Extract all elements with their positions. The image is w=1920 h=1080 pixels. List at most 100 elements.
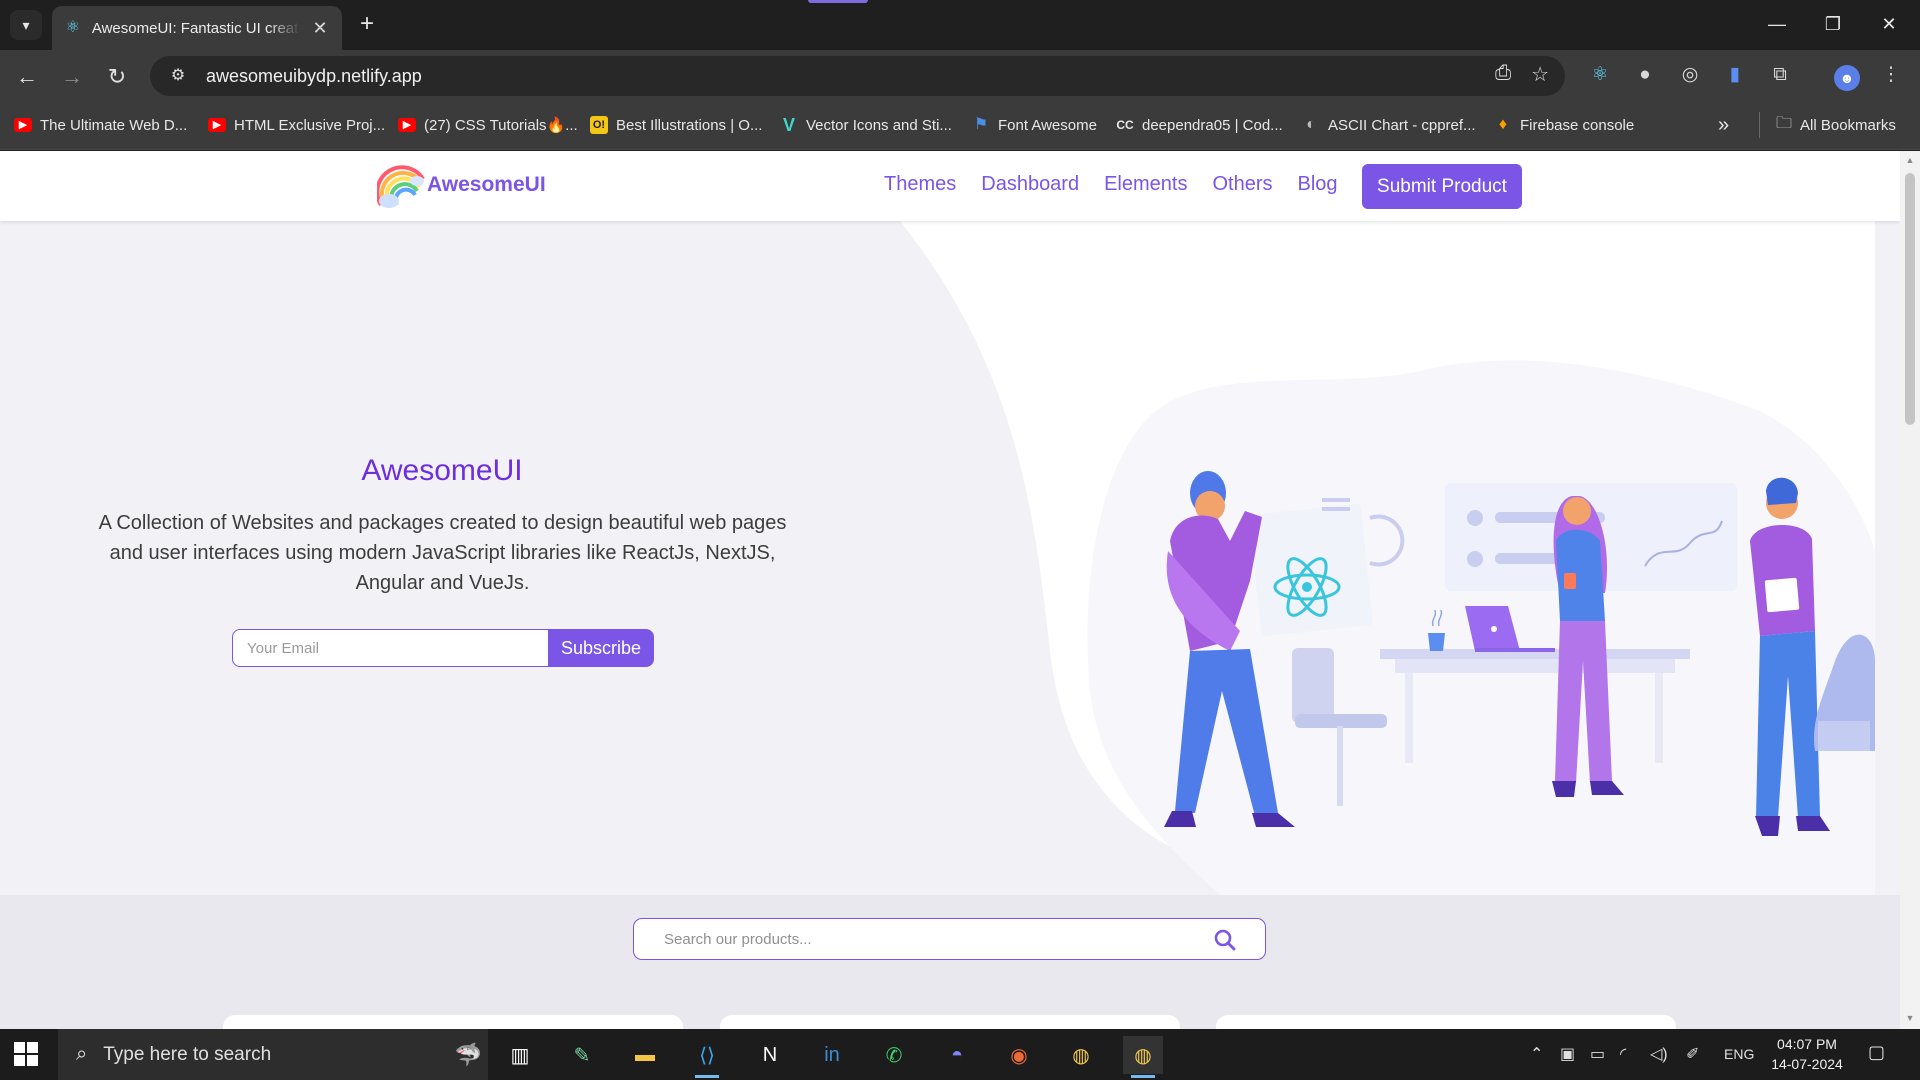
clock-time: 04:07 PM — [1777, 1036, 1837, 1052]
windows-start-icon[interactable] — [14, 1042, 38, 1066]
nav-others[interactable]: Others — [1212, 173, 1272, 196]
tab-title: AwesomeUI: Fantastic UI creators — [91, 19, 301, 37]
scroll-down-arrow-icon[interactable]: ▼ — [1904, 1013, 1916, 1023]
browser-tab-active[interactable]: ⚛ AwesomeUI: Fantastic UI creators ✕ — [52, 6, 342, 50]
file-explorer-icon[interactable]: ▬ — [625, 1036, 665, 1074]
bookmark-item[interactable]: O! Best Illustrations | O... — [590, 114, 762, 136]
bookmark-item[interactable]: ◐ ASCII Chart - cppref... — [1302, 114, 1476, 136]
bookmark-item[interactable]: V Vector Icons and Sti... — [780, 114, 952, 136]
tab-hover-indicator — [808, 0, 868, 3]
react-devtools-icon[interactable]: ⚛ — [1587, 62, 1613, 88]
network-icon[interactable]: ◜ — [1620, 1044, 1626, 1064]
submit-product-button[interactable]: Submit Product — [1362, 164, 1522, 209]
back-button[interactable]: ← — [10, 60, 44, 94]
product-card[interactable] — [720, 1015, 1180, 1029]
page-viewport: AwesomeUI Themes Dashboard Elements Othe… — [0, 151, 1900, 1029]
install-app-icon[interactable]: ⎙ — [1495, 62, 1511, 87]
notion-icon[interactable]: N — [750, 1036, 790, 1074]
clock-date: 14-07-2024 — [1771, 1056, 1843, 1072]
page-scrollbar[interactable]: ▲ ▼ — [1900, 151, 1920, 1029]
profile-avatar[interactable]: ☻ — [1834, 65, 1860, 91]
site-logo[interactable]: AwesomeUI — [377, 161, 546, 209]
site-info-icon[interactable]: ⚙ — [164, 62, 192, 90]
email-input[interactable] — [232, 629, 548, 667]
bookmark-label: HTML Exclusive Proj... — [234, 116, 386, 134]
windows-taskbar: ⌕ Type here to search 🦈 ▥ ✎ ▬ ⟨⟩ N in ✆ … — [0, 1029, 1920, 1080]
language-indicator[interactable]: ENG — [1724, 1046, 1754, 1062]
subscribe-button[interactable]: Subscribe — [548, 629, 654, 667]
bookmark-item[interactable]: CC deependra05 | Cod... — [1116, 114, 1283, 136]
pen-app-icon[interactable]: ✎ — [562, 1036, 602, 1074]
search-icon[interactable] — [1213, 928, 1237, 952]
ouch-icon: O! — [590, 116, 608, 134]
folder-icon: 🗀 — [1776, 114, 1793, 132]
task-view-icon[interactable]: ▥ — [500, 1036, 540, 1074]
bookmark-star-icon[interactable]: ☆ — [1531, 62, 1549, 87]
vscode-icon[interactable]: ⟨⟩ — [687, 1036, 727, 1078]
product-card[interactable] — [1216, 1015, 1676, 1029]
whatsapp-icon[interactable]: ✆ — [874, 1036, 914, 1074]
menu-kebab-icon[interactable]: ⋮ — [1878, 62, 1904, 88]
new-tab-button[interactable]: + — [352, 10, 382, 40]
bookmark-item[interactable]: ⚑ Font Awesome — [972, 114, 1097, 136]
volume-icon[interactable]: ◁) — [1650, 1044, 1668, 1064]
scroll-up-arrow-icon[interactable]: ▲ — [1904, 155, 1916, 165]
restore-button[interactable]: ❐ — [1810, 6, 1856, 42]
taskbar-search-box[interactable]: ⌕ Type here to search 🦈 — [58, 1029, 488, 1080]
extension-icon[interactable]: ● — [1632, 62, 1658, 88]
nav-themes[interactable]: Themes — [884, 173, 956, 196]
bookmark-label: Best Illustrations | O... — [616, 116, 763, 134]
tab-close-icon[interactable]: ✕ — [310, 18, 330, 39]
reload-button[interactable]: ↻ — [100, 60, 134, 94]
battery-icon[interactable]: ▭ — [1590, 1044, 1605, 1064]
bookmarks-overflow-button[interactable]: » — [1718, 114, 1729, 136]
rainbow-logo-icon — [377, 165, 425, 208]
nav-elements[interactable]: Elements — [1104, 173, 1187, 196]
bookmark-label: (27) CSS Tutorials🔥... — [424, 117, 578, 134]
document-extension-icon[interactable]: ▮ — [1722, 62, 1748, 88]
ubuntu-icon[interactable]: ◉ — [999, 1036, 1039, 1074]
extensions-puzzle-icon[interactable]: ⧉ — [1767, 62, 1793, 88]
bookmark-item[interactable]: ▶ (27) CSS Tutorials🔥... — [398, 114, 578, 136]
tab-search-button[interactable]: ▾ — [10, 10, 42, 40]
chrome-active-icon[interactable]: ◍ — [1123, 1036, 1163, 1078]
cppreference-icon: ◐ — [1306, 116, 1316, 133]
minimize-button[interactable]: — — [1754, 6, 1800, 42]
bookmark-label: Font Awesome — [998, 116, 1097, 134]
url-text[interactable]: awesomeuibydp.netlify.app — [206, 66, 422, 87]
bookmark-label: deependra05 | Cod... — [1142, 116, 1283, 134]
nav-blog[interactable]: Blog — [1298, 173, 1338, 196]
taskbar-clock[interactable]: 04:07 PM 14-07-2024 — [1766, 1034, 1848, 1074]
subscribe-form: Subscribe — [232, 629, 654, 667]
firebase-icon: ♦ — [1498, 116, 1508, 133]
tray-app-icon[interactable]: ▣ — [1560, 1044, 1575, 1064]
pen-tray-icon[interactable]: ✐ — [1686, 1044, 1699, 1064]
bookmark-label: Vector Icons and Sti... — [806, 116, 952, 134]
discord-icon[interactable]: ◓ — [937, 1036, 977, 1074]
tray-overflow-icon[interactable]: ⌃ — [1530, 1044, 1543, 1064]
forward-button[interactable]: → — [55, 60, 89, 94]
product-search-input[interactable] — [664, 930, 1204, 948]
close-window-button[interactable]: ✕ — [1866, 6, 1912, 42]
codechef-icon: CC — [1116, 118, 1134, 132]
chrome-icon[interactable]: ◍ — [1061, 1036, 1101, 1074]
bookmark-label: Firebase console — [1520, 116, 1635, 134]
bookmark-item[interactable]: ▶ The Ultimate Web D... — [14, 114, 187, 136]
scrollbar-thumb[interactable] — [1905, 173, 1915, 425]
nav-links: Themes Dashboard Elements Others Blog — [884, 173, 1338, 196]
bookmark-label: ASCII Chart - cppref... — [1328, 116, 1476, 134]
vector-icon: V — [782, 115, 795, 135]
linkedin-icon[interactable]: in — [812, 1036, 852, 1074]
record-extension-icon[interactable]: ◎ — [1677, 62, 1703, 88]
product-card[interactable] — [223, 1015, 683, 1029]
all-bookmarks-label: All Bookmarks — [1800, 116, 1896, 134]
youtube-icon: ▶ — [14, 118, 32, 132]
all-bookmarks-button[interactable]: 🗀 All Bookmarks — [1776, 114, 1896, 136]
hero-illustration — [900, 221, 1875, 895]
bookmark-item[interactable]: ♦ Firebase console — [1494, 114, 1634, 136]
notifications-icon[interactable]: ▢ — [1868, 1042, 1885, 1063]
product-search-box[interactable] — [633, 918, 1266, 960]
address-bar[interactable]: ⚙ awesomeuibydp.netlify.app ⎙ ☆ — [150, 56, 1565, 96]
bookmark-item[interactable]: ▶ HTML Exclusive Proj... — [208, 114, 385, 136]
nav-dashboard[interactable]: Dashboard — [981, 173, 1079, 196]
